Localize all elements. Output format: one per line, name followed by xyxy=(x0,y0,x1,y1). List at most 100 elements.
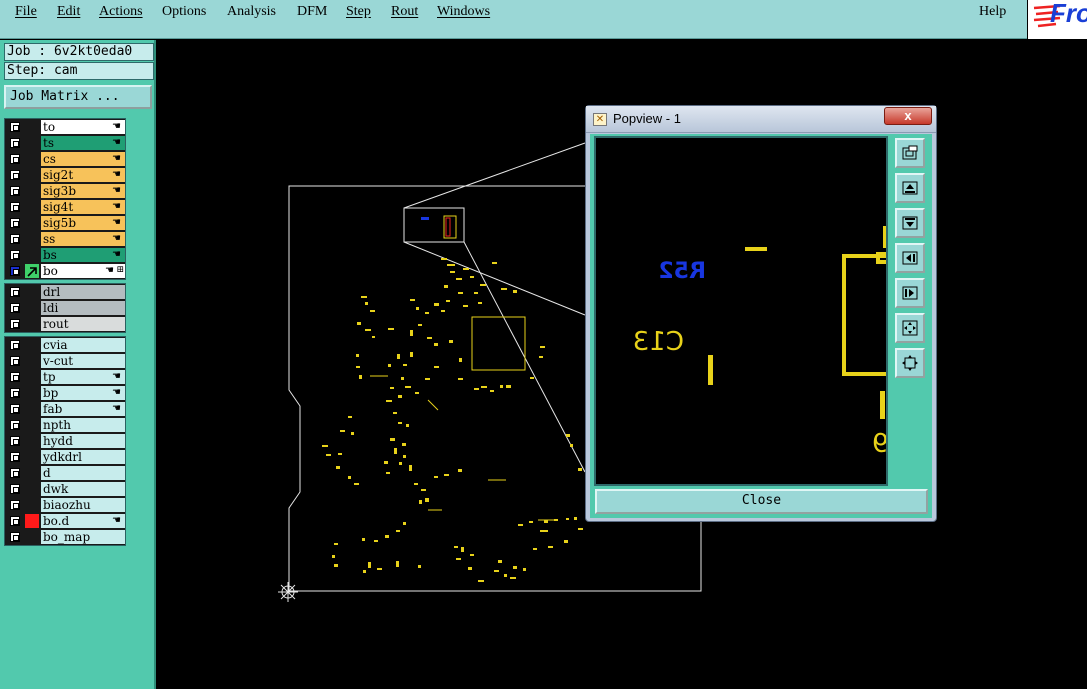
menu-rout[interactable]: Rout xyxy=(391,4,418,20)
layer-row-bo[interactable]: bo ☚ ⊞ xyxy=(5,263,125,279)
layer-checkbox[interactable] xyxy=(10,516,20,526)
layer-affected-box[interactable] xyxy=(25,466,39,480)
layer-checkbox[interactable] xyxy=(10,138,20,148)
layer-affected-box[interactable] xyxy=(25,301,39,315)
layer-row-sig2t[interactable]: sig2t ☚ xyxy=(5,167,125,183)
layer-affected-box[interactable] xyxy=(25,338,39,352)
menu-dfm[interactable]: DFM xyxy=(297,4,327,20)
layer-row-ldi[interactable]: ldi xyxy=(5,300,125,316)
layer-name[interactable]: ldi xyxy=(41,301,125,315)
layer-checkbox[interactable] xyxy=(10,250,20,260)
layer-affected-box[interactable] xyxy=(25,200,39,214)
layer-checkbox[interactable] xyxy=(10,452,20,462)
layer-row-ydkdrl[interactable]: ydkdrl xyxy=(5,449,125,465)
layer-affected-box[interactable] xyxy=(25,370,39,384)
layer-name[interactable]: drl xyxy=(41,285,125,299)
layer-name[interactable]: bo_map xyxy=(41,530,125,544)
layer-checkbox[interactable] xyxy=(10,484,20,494)
layer-affected-box[interactable] xyxy=(25,434,39,448)
menu-actions[interactable]: Actions xyxy=(99,4,143,20)
layer-affected-box[interactable] xyxy=(25,216,39,230)
popview-close-button[interactable]: Close xyxy=(595,489,928,514)
layer-checkbox[interactable] xyxy=(10,388,20,398)
layer-checkbox[interactable] xyxy=(10,436,20,446)
layer-checkbox[interactable] xyxy=(10,154,20,164)
layer-name[interactable]: rout xyxy=(41,317,125,331)
pan-right-button[interactable] xyxy=(895,278,925,308)
layer-checkbox[interactable] xyxy=(10,319,20,329)
layer-row-bo-map[interactable]: bo_map xyxy=(5,529,125,545)
layer-work-icon[interactable] xyxy=(25,264,39,278)
layer-row-hydd[interactable]: hydd xyxy=(5,433,125,449)
layer-row-to[interactable]: to ☚ xyxy=(5,119,125,135)
layer-checkbox[interactable] xyxy=(10,372,20,382)
layer-row-bs[interactable]: bs ☚ xyxy=(5,247,125,263)
layer-name[interactable]: v-cut xyxy=(41,354,125,368)
layer-row-bo-d[interactable]: bo.d ☚ xyxy=(5,513,125,529)
popview-titlebar[interactable]: ✕ Popview - 1 x xyxy=(586,106,936,133)
zoom-in-button[interactable] xyxy=(895,313,925,343)
layer-checkbox[interactable] xyxy=(10,266,20,276)
pan-left-button[interactable] xyxy=(895,243,925,273)
layer-checkbox[interactable] xyxy=(10,170,20,180)
layer-row-fab[interactable]: fab ☚ xyxy=(5,401,125,417)
layer-affected-box[interactable] xyxy=(25,184,39,198)
zoom-out-button[interactable] xyxy=(895,348,925,378)
layer-row-ts[interactable]: ts ☚ xyxy=(5,135,125,151)
layer-flag-icon[interactable] xyxy=(25,514,39,528)
menu-file[interactable]: File xyxy=(15,4,37,20)
layer-row-npth[interactable]: npth xyxy=(5,417,125,433)
layer-affected-box[interactable] xyxy=(25,530,39,544)
layer-checkbox[interactable] xyxy=(10,218,20,228)
layer-affected-box[interactable] xyxy=(25,450,39,464)
layer-affected-box[interactable] xyxy=(25,402,39,416)
layer-row-cvia[interactable]: cvia xyxy=(5,337,125,353)
layer-row-sig4t[interactable]: sig4t ☚ xyxy=(5,199,125,215)
layer-checkbox[interactable] xyxy=(10,303,20,313)
layer-row-tp[interactable]: tp ☚ xyxy=(5,369,125,385)
pan-down-button[interactable] xyxy=(895,208,925,238)
layer-checkbox[interactable] xyxy=(10,202,20,212)
layer-name[interactable]: ydkdrl xyxy=(41,450,125,464)
layer-affected-box[interactable] xyxy=(25,232,39,246)
menu-edit[interactable]: Edit xyxy=(57,4,80,20)
layer-name[interactable]: hydd xyxy=(41,434,125,448)
layer-affected-box[interactable] xyxy=(25,498,39,512)
popview-close-x-button[interactable]: x xyxy=(884,107,932,125)
layer-affected-box[interactable] xyxy=(25,285,39,299)
menu-options[interactable]: Options xyxy=(162,4,206,20)
layer-name[interactable]: biaozhu xyxy=(41,498,125,512)
layer-checkbox[interactable] xyxy=(10,532,20,542)
menu-analysis[interactable]: Analysis xyxy=(227,4,276,20)
layer-affected-box[interactable] xyxy=(25,120,39,134)
layer-affected-box[interactable] xyxy=(25,386,39,400)
layer-checkbox[interactable] xyxy=(10,122,20,132)
layer-row-ss[interactable]: ss ☚ xyxy=(5,231,125,247)
layer-row-drl[interactable]: drl xyxy=(5,284,125,300)
layer-affected-box[interactable] xyxy=(25,168,39,182)
layer-name[interactable]: d xyxy=(41,466,125,480)
menu-step[interactable]: Step xyxy=(346,4,371,20)
layer-row-v-cut[interactable]: v-cut xyxy=(5,353,125,369)
layer-row-d[interactable]: d xyxy=(5,465,125,481)
layer-checkbox[interactable] xyxy=(10,404,20,414)
layer-affected-box[interactable] xyxy=(25,354,39,368)
pan-up-button[interactable] xyxy=(895,173,925,203)
layer-row-sig5b[interactable]: sig5b ☚ xyxy=(5,215,125,231)
layer-checkbox[interactable] xyxy=(10,287,20,297)
layer-checkbox[interactable] xyxy=(10,234,20,244)
layer-checkbox[interactable] xyxy=(10,468,20,478)
layer-affected-box[interactable] xyxy=(25,248,39,262)
popview-canvas[interactable]: 36 R52 C13 9 xyxy=(594,136,888,486)
layer-row-sig3b[interactable]: sig3b ☚ xyxy=(5,183,125,199)
layer-affected-box[interactable] xyxy=(25,482,39,496)
layer-affected-box[interactable] xyxy=(25,136,39,150)
layer-name[interactable]: cvia xyxy=(41,338,125,352)
layer-row-bp[interactable]: bp ☚ xyxy=(5,385,125,401)
layer-row-dwk[interactable]: dwk xyxy=(5,481,125,497)
layer-checkbox[interactable] xyxy=(10,340,20,350)
layer-row-biaozhu[interactable]: biaozhu xyxy=(5,497,125,513)
layer-name[interactable]: npth xyxy=(41,418,125,432)
layer-affected-box[interactable] xyxy=(25,418,39,432)
layer-name[interactable]: dwk xyxy=(41,482,125,496)
